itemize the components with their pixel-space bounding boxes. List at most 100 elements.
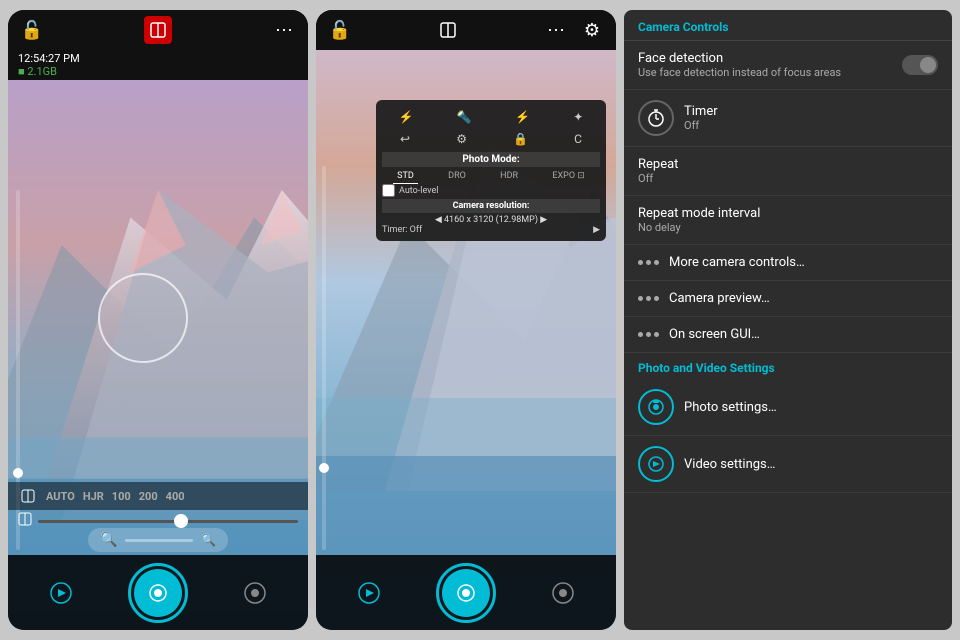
focus-circle[interactable] [98, 273, 188, 363]
exposure-thumb[interactable] [174, 514, 188, 528]
video-settings-label: Video settings… [684, 457, 938, 472]
mode-auto[interactable]: AUTO [46, 490, 75, 503]
repeat-label: Repeat [638, 157, 938, 172]
tab-hdr[interactable]: HDR [496, 169, 522, 184]
on-screen-gui-label: On screen GUI… [669, 327, 938, 342]
exposure-track[interactable] [38, 520, 298, 523]
mode-bar: AUTO HJR 100 200 400 [8, 482, 308, 510]
gallery-button-1[interactable] [235, 573, 275, 613]
settings-header: Camera Controls [624, 10, 952, 41]
camera-preview-dots [638, 296, 659, 301]
zoom-track[interactable] [125, 539, 193, 542]
video-settings-icon [638, 446, 674, 482]
dd-flash2-icon[interactable]: 🔦 [457, 110, 472, 124]
video-button-2[interactable] [349, 573, 389, 613]
on-screen-gui-item[interactable]: On screen GUI… [624, 317, 952, 353]
photo-settings-label: Photo settings… [684, 400, 938, 415]
face-detection-item[interactable]: Face detection Use face detection instea… [624, 41, 952, 90]
more-camera-label: More camera controls… [669, 255, 938, 270]
video-settings-item[interactable]: Video settings… [624, 436, 952, 493]
gallery-button-2[interactable] [543, 573, 583, 613]
exposure-icon-1[interactable] [144, 16, 172, 44]
timer-value: Off [684, 119, 938, 132]
zoom-out-icon[interactable]: 🔍 [100, 532, 117, 548]
vertical-thumb[interactable] [13, 468, 23, 478]
shutter-button-1[interactable] [128, 563, 188, 623]
vertical-slider-2[interactable] [322, 166, 326, 550]
dd-flash-icon[interactable]: ⚡ [399, 110, 414, 124]
status-storage: ■ 2.1GB [18, 65, 298, 78]
auto-level-checkbox[interactable] [382, 184, 395, 197]
dd-flash3-icon[interactable]: ⚡ [515, 110, 530, 124]
toggle-thumb [920, 57, 936, 73]
status-time: 12:54:27 PM [18, 52, 298, 65]
timer-row[interactable]: Timer: Off ▶ [382, 225, 600, 235]
repeat-value: Off [638, 172, 938, 185]
resolution-value[interactable]: ◀ 4160 x 3120 (12.98MP) ▶ [382, 215, 600, 225]
face-detection-toggle[interactable] [902, 55, 938, 75]
timer-item[interactable]: Timer Off [624, 90, 952, 147]
timer-arrow[interactable]: ▶ [593, 225, 600, 235]
face-detection-desc: Use face detection instead of focus area… [638, 66, 892, 79]
more-camera-item[interactable]: More camera controls… [624, 245, 952, 281]
timer-label: Timer: Off [382, 225, 422, 235]
photo-mode-tabs: STD DRO HDR EXPO ⊡ [382, 169, 600, 184]
repeat-interval-item[interactable]: Repeat mode interval No delay [624, 196, 952, 245]
dd-wb-icon[interactable]: ↩ [400, 132, 410, 146]
exp-icon-left [18, 512, 32, 530]
tab-std[interactable]: STD [393, 169, 418, 184]
resolution-title: Camera resolution: [382, 199, 600, 213]
repeat-interval-value: No delay [638, 221, 938, 234]
camera-preview-item[interactable]: Camera preview… [624, 281, 952, 317]
bottom-controls-1 [8, 555, 308, 630]
lock-icon-1[interactable]: 🔓 [18, 16, 46, 44]
zoom-bar[interactable]: 🔍 🔍 [88, 528, 228, 552]
face-detection-text: Face detection Use face detection instea… [638, 51, 892, 79]
timer-text: Timer Off [684, 104, 938, 132]
vertical-thumb-2[interactable] [319, 463, 329, 473]
video-button-1[interactable] [41, 573, 81, 613]
phone1-header: 🔓 ⋯ [8, 10, 308, 50]
photo-settings-item[interactable]: Photo settings… [624, 379, 952, 436]
more-icon-2[interactable]: ⋯ [542, 16, 570, 44]
tab-dro[interactable]: DRO [444, 169, 470, 184]
header-icons-right-1: ⋯ [270, 16, 298, 44]
dd-c-icon[interactable]: C [574, 132, 582, 146]
dd-lock-icon[interactable]: 🔒 [513, 132, 528, 146]
camera-view-2[interactable]: ⚡ 🔦 ⚡ ✦ ↩ ⚙ 🔒 C Photo Mode: STD DRO HDR … [316, 50, 616, 630]
repeat-item[interactable]: Repeat Off [624, 147, 952, 196]
settings-panel: Camera Controls Face detection Use face … [624, 10, 952, 630]
lock-icon-2[interactable]: 🔓 [326, 16, 354, 44]
repeat-interval-label: Repeat mode interval [638, 206, 938, 221]
bottom-controls-2 [316, 555, 616, 630]
photo-settings-text: Photo settings… [684, 400, 938, 415]
settings-title: Camera Controls [638, 20, 938, 34]
auto-level-row[interactable]: Auto-level [382, 184, 600, 197]
mode-400[interactable]: 400 [166, 490, 185, 503]
dd-gear-icon[interactable]: ⚙ [456, 132, 467, 146]
mode-hjr[interactable]: HJR [83, 490, 104, 503]
on-screen-gui-dots [638, 332, 659, 337]
phone2-header: 🔓 ⋯ ⚙ [316, 10, 616, 50]
zoom-in-icon[interactable]: 🔍 [201, 533, 216, 547]
shutter-button-2[interactable] [436, 563, 496, 623]
photo-settings-icon [638, 389, 674, 425]
on-screen-gui-text: On screen GUI… [669, 327, 938, 342]
photo-mode-title: Photo Mode: [382, 152, 600, 167]
dd-settings-icon[interactable]: ✦ [573, 110, 583, 124]
header-icons-right-2: ⋯ ⚙ [542, 16, 606, 44]
dropdown-icon-row: ⚡ 🔦 ⚡ ✦ [382, 106, 600, 128]
more-camera-text: More camera controls… [669, 255, 938, 270]
timer-label: Timer [684, 104, 938, 119]
phone-panel-2: 🔓 ⋯ ⚙ [316, 10, 616, 630]
settings-icon-2[interactable]: ⚙ [578, 16, 606, 44]
more-icon-1[interactable]: ⋯ [270, 16, 298, 44]
video-settings-text: Video settings… [684, 457, 938, 472]
exposure-icon-2[interactable] [434, 16, 462, 44]
mode-200[interactable]: 200 [139, 490, 158, 503]
exposure-small-icon[interactable] [18, 486, 38, 506]
phone1-status: 12:54:27 PM ■ 2.1GB [8, 50, 308, 80]
camera-view-1[interactable]: AUTO HJR 100 200 400 [8, 80, 308, 630]
mode-100[interactable]: 100 [112, 490, 131, 503]
tab-expo[interactable]: EXPO ⊡ [548, 169, 588, 184]
